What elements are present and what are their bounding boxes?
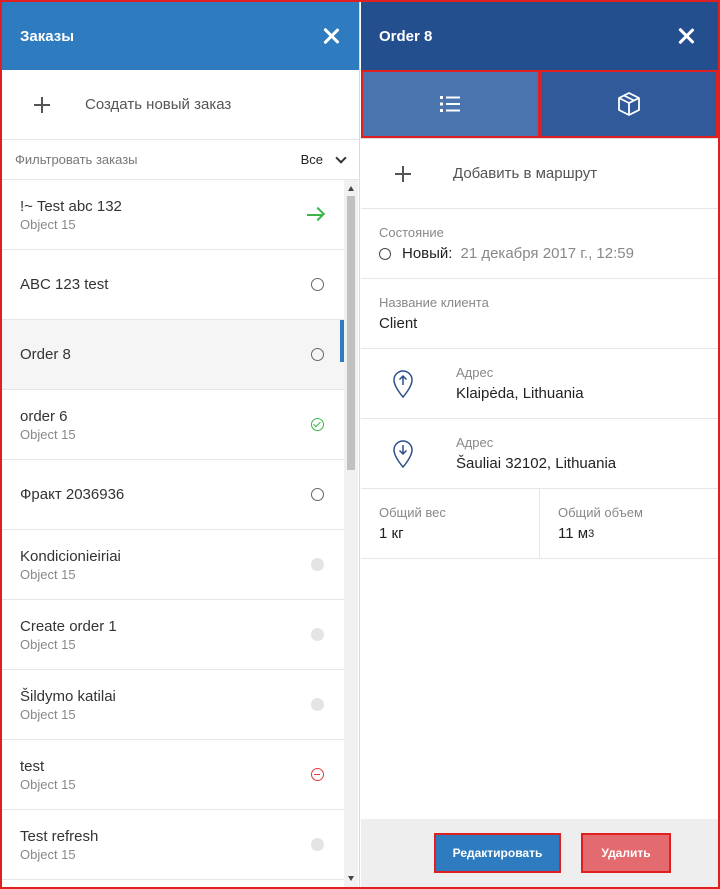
new-status-icon (379, 247, 391, 260)
item-subtitle: Object 15 (20, 706, 76, 722)
filter-value: Все (300, 152, 323, 167)
item-title: Order 8 (20, 346, 71, 363)
inactive-status-icon (311, 838, 324, 851)
tab-details[interactable] (361, 70, 540, 138)
box-icon (617, 92, 640, 116)
delivery-location-icon (393, 439, 413, 468)
list-item[interactable]: !~ Test abc 132 Object 15 (2, 180, 344, 250)
list-item[interactable]: Kondicionieiriai Object 15 (2, 530, 344, 600)
list-item[interactable]: order 6 Object 15 (2, 390, 344, 460)
list-item[interactable]: test Object 15 (2, 740, 344, 810)
delivery-address-label: Адрес (456, 435, 494, 450)
cancelled-status-icon (311, 768, 324, 781)
total-volume-unit-power: 3 (588, 527, 595, 540)
state-date: 21 декабря 2017 г., 12:59 (460, 245, 634, 262)
chevron-down-icon (335, 151, 347, 164)
total-weight: Общий вес 1 кг (361, 489, 539, 558)
total-volume-label: Общий объем (558, 505, 643, 520)
plus-icon (395, 165, 411, 182)
state-field: Состояние Новый: 21 декабря 2017 г., 12:… (361, 209, 718, 279)
create-order-button[interactable]: Создать новый заказ (2, 70, 359, 140)
list-item[interactable]: Фракт 2036936 (2, 460, 344, 530)
state-value: Новый: (402, 245, 453, 262)
scroll-down-icon[interactable] (348, 876, 354, 881)
plus-icon (34, 96, 50, 113)
orders-header: Заказы (2, 2, 359, 70)
delete-button[interactable]: Удалить (581, 833, 671, 873)
total-volume: Общий объем 11 м3 (539, 489, 718, 558)
list-item[interactable]: Create order 1 Object 15 (2, 600, 344, 670)
filter-select[interactable]: Все (300, 151, 347, 167)
create-order-label: Создать новый заказ (85, 96, 232, 113)
client-value: Client (379, 315, 418, 332)
item-title: Фракт 2036936 (20, 486, 125, 503)
detail-header: Order 8 (361, 2, 718, 70)
list-item[interactable]: Šildymo katilai Object 15 (2, 670, 344, 740)
item-title: Create order 1 (20, 617, 117, 635)
orders-panel: Заказы Создать новый заказ Фильтровать з… (2, 2, 360, 887)
total-weight-value: 1 кг (379, 525, 404, 542)
orders-title: Заказы (20, 27, 75, 45)
add-to-route-label: Добавить в маршрут (453, 165, 598, 182)
inactive-status-icon (311, 628, 324, 641)
item-title: Kondicionieiriai (20, 547, 121, 565)
new-status-icon (311, 348, 324, 361)
list-item[interactable]: Test refresh Object 15 (2, 810, 344, 880)
order-detail-panel: Order 8 Добавить в маршрут Состояние Нов… (361, 2, 718, 887)
list-item-selected[interactable]: Order 8 (2, 320, 344, 390)
pickup-address: Адрес Klaipėda, Lithuania (361, 349, 718, 419)
detail-tabs (361, 70, 718, 139)
total-weight-label: Общий вес (379, 505, 446, 520)
detail-footer: Редактировать Удалить (361, 819, 718, 887)
list-icon (440, 96, 461, 112)
scroll-thumb[interactable] (347, 196, 355, 470)
item-subtitle: Object 15 (20, 426, 76, 442)
new-status-icon (311, 278, 324, 291)
add-to-route-button[interactable]: Добавить в маршрут (361, 139, 718, 209)
inactive-status-icon (311, 558, 324, 571)
item-subtitle: Object 15 (20, 216, 76, 232)
pickup-address-label: Адрес (456, 365, 494, 380)
filter-label: Фильтровать заказы (15, 152, 138, 167)
scroll-up-icon[interactable] (348, 186, 354, 191)
total-volume-value: 11 м (558, 525, 589, 542)
new-status-icon (311, 488, 324, 501)
item-title: Test refresh (20, 827, 99, 845)
state-label: Состояние (379, 225, 444, 240)
orders-scrollbar[interactable] (344, 180, 358, 887)
item-subtitle: Object 15 (20, 636, 76, 652)
totals-row: Общий вес 1 кг Общий объем 11 м3 (361, 489, 718, 559)
close-orders-icon[interactable] (321, 26, 341, 46)
item-title: !~ Test abc 132 (20, 197, 122, 215)
item-subtitle: Object 15 (20, 846, 76, 862)
tab-cargo[interactable] (539, 70, 718, 138)
delivery-address: Адрес Šauliai 32102, Lithuania (361, 419, 718, 489)
state-value-row: Новый: 21 декабря 2017 г., 12:59 (379, 245, 700, 262)
inactive-status-icon (311, 698, 324, 711)
client-field: Название клиента Client (361, 279, 718, 349)
edit-button[interactable]: Редактировать (434, 833, 561, 873)
close-detail-icon[interactable] (676, 26, 696, 46)
orders-list: !~ Test abc 132 Object 15 ABC 123 test O… (2, 180, 344, 887)
item-title: ABC 123 test (20, 276, 109, 293)
item-title: Šildymo katilai (20, 687, 116, 705)
filter-row: Фильтровать заказы Все (2, 140, 359, 180)
item-subtitle: Object 15 (20, 776, 76, 792)
detail-title: Order 8 (379, 27, 433, 45)
item-subtitle: Object 15 (20, 566, 76, 582)
client-label: Название клиента (379, 295, 489, 310)
pickup-location-icon (393, 369, 413, 398)
item-title: test (20, 757, 45, 775)
list-item[interactable]: ABC 123 test (2, 250, 344, 320)
in-progress-icon (306, 208, 324, 222)
pickup-address-value: Klaipėda, Lithuania (456, 385, 584, 402)
delivery-address-value: Šauliai 32102, Lithuania (456, 455, 617, 472)
item-title: order 6 (20, 407, 68, 425)
total-volume-value-row: 11 м3 (558, 525, 700, 542)
completed-status-icon (311, 418, 324, 431)
